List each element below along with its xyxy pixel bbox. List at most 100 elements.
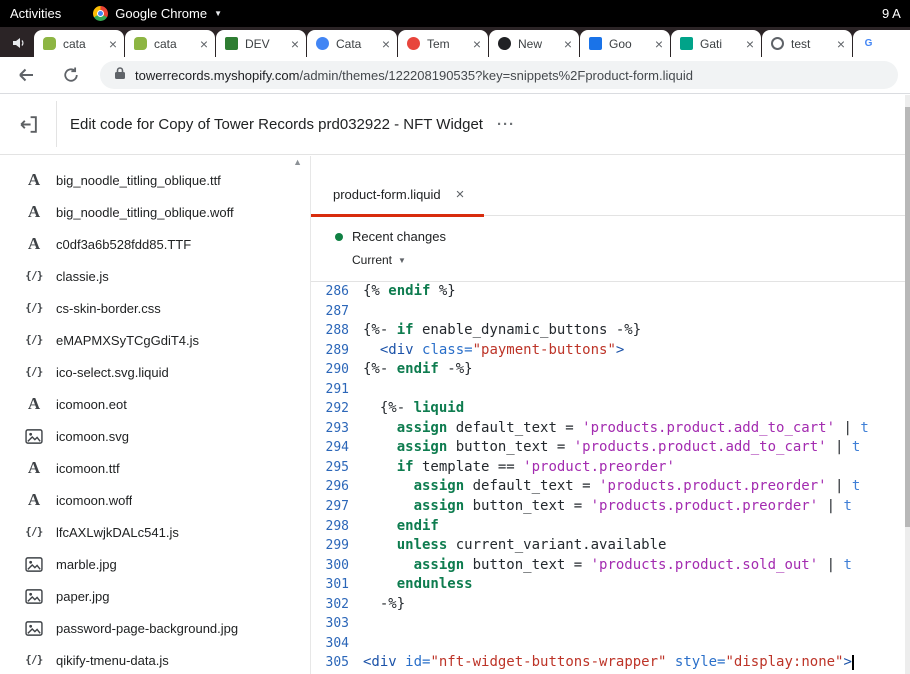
code-line[interactable]: 295 if template == 'product.preorder' bbox=[311, 458, 910, 478]
file-item[interactable]: {/} ico-select.svg.liquid bbox=[0, 356, 310, 388]
line-number: 294 bbox=[311, 438, 363, 458]
tab-close-icon[interactable]: × bbox=[109, 37, 117, 51]
code-line[interactable]: 292 {%- liquid bbox=[311, 399, 910, 419]
browser-tab[interactable]: test× bbox=[762, 30, 852, 57]
file-item[interactable]: Abig_noodle_titling_oblique.woff bbox=[0, 196, 310, 228]
code-line[interactable]: 297 assign button_text = 'products.produ… bbox=[311, 497, 910, 517]
file-item[interactable]: Aicomoon.eot bbox=[0, 388, 310, 420]
file-item[interactable]: {/}lfcAXLwjkDALc541.js bbox=[0, 516, 310, 548]
code-area[interactable]: 286{% endif %}287288{%- if enable_dynami… bbox=[311, 282, 910, 674]
tab-close-icon[interactable]: × bbox=[746, 37, 754, 51]
speaker-icon[interactable] bbox=[12, 37, 26, 49]
font-file-icon: A bbox=[22, 234, 46, 254]
browser-tab[interactable]: Cata× bbox=[307, 30, 397, 57]
browser-tab[interactable]: Gati× bbox=[671, 30, 761, 57]
back-button[interactable] bbox=[16, 65, 36, 85]
address-bar[interactable]: towerrecords.myshopify.com/admin/themes/… bbox=[100, 61, 898, 89]
file-item[interactable]: Aicomoon.ttf bbox=[0, 452, 310, 484]
code-file-icon: {/} bbox=[22, 366, 46, 378]
code-line[interactable]: 304 bbox=[311, 634, 910, 654]
file-item[interactable]: marble.jpg bbox=[0, 548, 310, 580]
code-line[interactable]: 288{%- if enable_dynamic_buttons -%} bbox=[311, 321, 910, 341]
url-text: towerrecords.myshopify.com/admin/themes/… bbox=[135, 68, 693, 83]
code-line[interactable]: 305<div id="nft-widget-buttons-wrapper" … bbox=[311, 653, 910, 673]
code-line[interactable]: 289 <div class="payment-buttons"> bbox=[311, 341, 910, 361]
code-text: -%} bbox=[363, 595, 405, 615]
blue-square-favicon bbox=[589, 37, 602, 50]
line-number: 288 bbox=[311, 321, 363, 341]
file-item[interactable]: Aicomoon.woff bbox=[0, 484, 310, 516]
activities-button[interactable]: Activities bbox=[10, 6, 61, 21]
tab-close-icon[interactable]: × bbox=[564, 37, 572, 51]
shopify-green-favicon bbox=[134, 37, 147, 50]
line-number: 290 bbox=[311, 360, 363, 380]
file-tab[interactable]: product-form.liquid × bbox=[311, 172, 484, 216]
browser-tab[interactable]: Goo× bbox=[580, 30, 670, 57]
tab-close-icon[interactable]: × bbox=[382, 37, 390, 51]
code-line[interactable]: 300 assign button_text = 'products.produ… bbox=[311, 556, 910, 576]
tab-close-icon[interactable]: × bbox=[837, 37, 845, 51]
browser-tab[interactable]: New× bbox=[489, 30, 579, 57]
line-number: 299 bbox=[311, 536, 363, 556]
code-line[interactable]: 298 endif bbox=[311, 517, 910, 537]
file-item[interactable]: paper.jpg bbox=[0, 580, 310, 612]
tab-close-icon[interactable]: × bbox=[291, 37, 299, 51]
scrollbar-thumb[interactable] bbox=[905, 107, 910, 527]
code-line[interactable]: 301 endunless bbox=[311, 575, 910, 595]
code-file-icon: {/} bbox=[22, 654, 46, 666]
code-text: {%- liquid bbox=[363, 399, 464, 419]
browser-tab[interactable]: cata× bbox=[34, 30, 124, 57]
tab-close-icon[interactable]: × bbox=[473, 37, 481, 51]
code-line[interactable]: 303 bbox=[311, 614, 910, 634]
tab-close-icon[interactable]: × bbox=[655, 37, 663, 51]
url-path: /admin/themes/122208190535?key=snippets%… bbox=[299, 68, 693, 83]
code-line[interactable]: 287 bbox=[311, 302, 910, 322]
browser-tab[interactable] bbox=[853, 30, 910, 57]
code-line[interactable]: 291 bbox=[311, 380, 910, 400]
file-item[interactable]: Abig_noodle_titling_oblique.ttf bbox=[0, 164, 310, 196]
browser-tab[interactable]: DEV× bbox=[216, 30, 306, 57]
font-file-icon: A bbox=[22, 490, 46, 510]
font-file-icon: A bbox=[22, 458, 46, 478]
line-number: 286 bbox=[311, 282, 363, 302]
code-line[interactable]: 293 assign default_text = 'products.prod… bbox=[311, 419, 910, 439]
browser-tab[interactable]: cata× bbox=[125, 30, 215, 57]
tab-strip: cata×cata×DEV×Cata×Tem×New×Goo×Gati×test… bbox=[0, 27, 910, 57]
image-file-icon bbox=[22, 557, 46, 572]
image-file-icon bbox=[22, 429, 46, 444]
code-line[interactable]: 299 unless current_variant.available bbox=[311, 536, 910, 556]
exit-editor-button[interactable] bbox=[18, 114, 39, 135]
file-name: password-page-background.jpg bbox=[56, 621, 238, 636]
file-item[interactable]: {/}qikify-tmenu-data.js bbox=[0, 644, 310, 674]
font-file-icon: A bbox=[22, 394, 46, 414]
file-item[interactable]: {/}cs-skin-border.css bbox=[0, 292, 310, 324]
file-item[interactable]: {/}classie.js bbox=[0, 260, 310, 292]
clock[interactable]: 9 A bbox=[882, 6, 908, 21]
tab-close-icon[interactable]: × bbox=[456, 186, 465, 203]
file-item[interactable]: password-page-background.jpg bbox=[0, 612, 310, 644]
tab-label: Cata bbox=[336, 37, 379, 51]
code-line[interactable]: 296 assign default_text = 'products.prod… bbox=[311, 477, 910, 497]
code-line[interactable]: 294 assign button_text = 'products.produ… bbox=[311, 438, 910, 458]
file-name: ico-select.svg.liquid bbox=[56, 365, 169, 380]
more-menu-button[interactable]: ··· bbox=[497, 116, 515, 133]
code-editor-panel: product-form.liquid × Recent changes Cur… bbox=[310, 156, 910, 674]
code-line[interactable]: 290{%- endif -%} bbox=[311, 360, 910, 380]
file-name: icomoon.ttf bbox=[56, 461, 120, 476]
line-number: 287 bbox=[311, 302, 363, 322]
reload-button[interactable] bbox=[62, 66, 80, 84]
file-item[interactable]: {/}eMAPMXSyTCgGdiT4.js bbox=[0, 324, 310, 356]
code-text: assign default_text = 'products.product.… bbox=[363, 477, 860, 497]
version-dropdown[interactable]: Current ▼ bbox=[352, 253, 406, 267]
code-line[interactable]: 302 -%} bbox=[311, 595, 910, 615]
file-item[interactable]: Ac0df3a6b528fdd85.TTF bbox=[0, 228, 310, 260]
active-app-menu[interactable]: Google Chrome ▼ bbox=[93, 6, 222, 21]
scrollbar-up-icon[interactable]: ▲ bbox=[293, 157, 302, 167]
browser-tab[interactable]: Tem× bbox=[398, 30, 488, 57]
tab-close-icon[interactable]: × bbox=[200, 37, 208, 51]
window-scrollbar[interactable] bbox=[905, 95, 910, 674]
tab-label: cata bbox=[154, 37, 197, 51]
recent-changes-label: Recent changes bbox=[352, 229, 446, 244]
file-item[interactable]: icomoon.svg bbox=[0, 420, 310, 452]
code-line[interactable]: 286{% endif %} bbox=[311, 282, 910, 302]
